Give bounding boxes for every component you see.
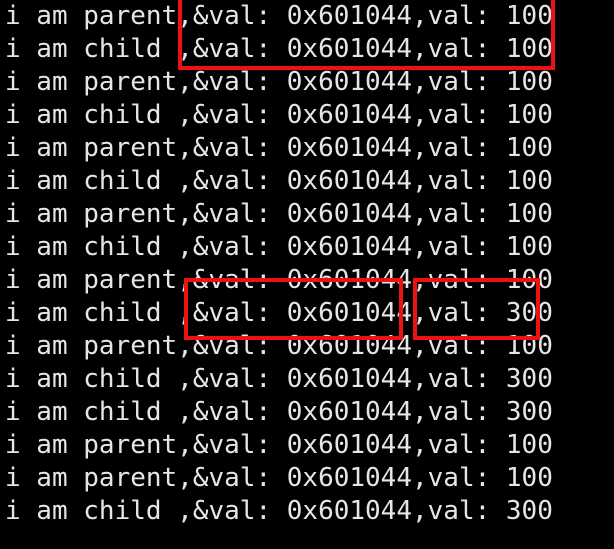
console-line: i am parent,&val: 0x601044,val: 100	[5, 331, 553, 361]
console-line: i am parent,&val: 0x601044,val: 100	[5, 430, 553, 460]
console-line: i am child ,&val: 0x601044,val: 300	[5, 298, 553, 328]
console-line: i am parent,&val: 0x601044,val: 100	[5, 67, 553, 97]
console-line: i am child ,&val: 0x601044,val: 100	[5, 232, 553, 262]
terminal-window: i am parent,&val: 0x601044,val: 100 i am…	[0, 0, 614, 549]
console-line: i am child ,&val: 0x601044,val: 100	[5, 166, 553, 196]
console-line: i am child ,&val: 0x601044,val: 100	[5, 34, 553, 64]
console-line: i am parent,&val: 0x601044,val: 100	[5, 265, 553, 295]
console-line: i am child ,&val: 0x601044,val: 300	[5, 364, 553, 394]
console-line: i am parent,&val: 0x601044,val: 100	[5, 133, 553, 163]
console-line: i am parent,&val: 0x601044,val: 100	[5, 1, 553, 31]
console-line: i am parent,&val: 0x601044,val: 100	[5, 463, 553, 493]
console-line: i am parent,&val: 0x601044,val: 100	[5, 199, 553, 229]
console-line: i am child ,&val: 0x601044,val: 300	[5, 496, 553, 526]
console-line: i am child ,&val: 0x601044,val: 300	[5, 397, 553, 427]
console-line: i am child ,&val: 0x601044,val: 100	[5, 100, 553, 130]
